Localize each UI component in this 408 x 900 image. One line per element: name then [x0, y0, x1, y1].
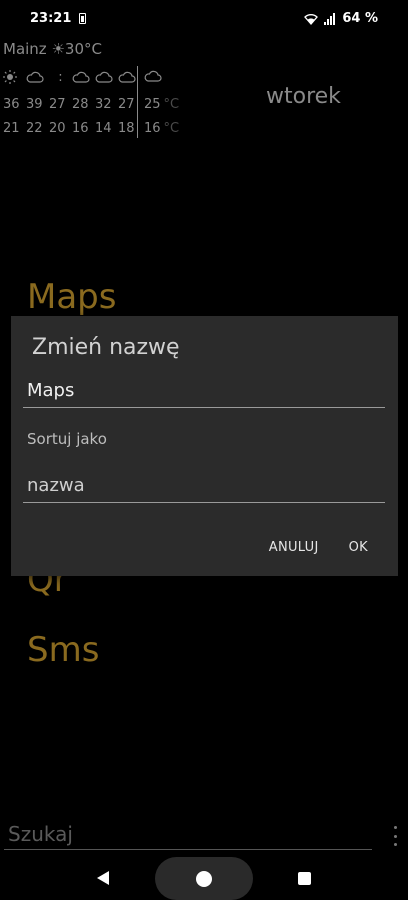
weather-tail-low: 16 °C: [144, 121, 179, 136]
sort-as-input[interactable]: [23, 469, 385, 502]
weather-high: 27: [49, 97, 66, 112]
cloud-icon: [26, 70, 49, 84]
sort-field-container: [23, 469, 385, 503]
back-icon[interactable]: [96, 870, 110, 886]
name-input[interactable]: [23, 374, 385, 407]
app-item-maps[interactable]: Maps: [27, 277, 116, 317]
ok-button[interactable]: OK: [349, 540, 368, 555]
wifi-icon: [304, 13, 319, 25]
weather-header: Mainz ☀30°C: [3, 40, 102, 58]
weather-lows-row: 21 22 20 16 14 18: [3, 121, 141, 136]
rename-dialog: Zmień nazwę Sortuj jako ANULUJ OK: [11, 316, 398, 576]
navigation-bar: [0, 856, 408, 900]
home-icon: [196, 871, 212, 887]
cancel-button[interactable]: ANULUJ: [269, 540, 319, 555]
home-button[interactable]: [155, 857, 253, 900]
status-time: 23:21: [30, 11, 72, 26]
weather-tail-high: 25 °C: [144, 97, 179, 112]
weather-high: 28: [72, 97, 89, 112]
signal-icon: [324, 12, 336, 25]
weather-city: Mainz: [3, 40, 47, 58]
more-vert-icon[interactable]: [392, 826, 398, 846]
weather-high: 32: [95, 97, 112, 112]
weekday-label[interactable]: wtorek: [266, 84, 341, 109]
weather-low: 14: [95, 121, 112, 136]
search-bar: [4, 818, 372, 850]
separator-colon: :: [58, 69, 63, 85]
weather-high: 36: [3, 97, 20, 112]
battery-saver-icon: [79, 13, 86, 24]
dialog-title: Zmień nazwę: [32, 335, 180, 360]
weather-unit: °C: [163, 121, 180, 136]
status-bar: 23:21 64 %: [0, 0, 408, 38]
name-field-container: [23, 374, 385, 408]
recents-icon[interactable]: [298, 872, 311, 885]
weather-high: 39: [26, 97, 43, 112]
sort-as-label: Sortuj jako: [27, 430, 107, 448]
status-right: 64 %: [304, 11, 378, 26]
app-item-sms[interactable]: Sms: [27, 630, 99, 670]
weather-low: 20: [49, 121, 66, 136]
cloud-icon: [72, 70, 95, 84]
weather-unit: °C: [163, 97, 180, 112]
weather-low: 16: [72, 121, 89, 136]
weather-high: 25: [144, 97, 161, 112]
weather-low: 16: [144, 121, 161, 136]
weather-current-temp: 30°C: [64, 40, 102, 58]
weather-low: 22: [26, 121, 43, 136]
dialog-actions: ANULUJ OK: [269, 540, 368, 555]
weather-divider: [137, 66, 138, 138]
sun-icon: [3, 70, 26, 84]
weather-highs-row: 36 39 27 28 32 27: [3, 97, 141, 112]
cloud-icon: [95, 70, 118, 84]
weather-low: 21: [3, 121, 20, 136]
sun-icon: ☀: [51, 40, 65, 58]
battery-percent: 64 %: [342, 11, 378, 26]
search-input[interactable]: [4, 818, 372, 849]
weather-icons-row: :: [3, 69, 141, 85]
cloud-icon: [144, 70, 162, 86]
